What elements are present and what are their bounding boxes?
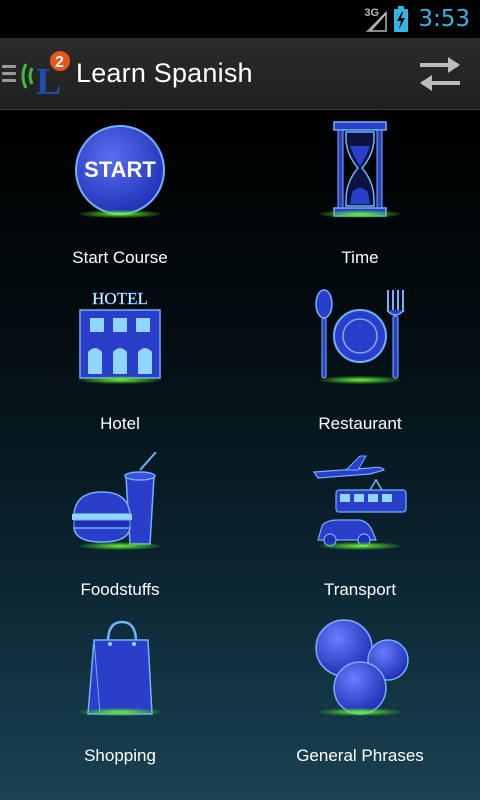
tile-label: Time xyxy=(341,248,379,267)
app-logo-icon[interactable]: L 2 xyxy=(18,46,72,102)
tile-glow xyxy=(318,210,402,218)
hourglass-icon xyxy=(333,121,387,217)
tile-glow xyxy=(78,542,162,550)
bubbles-icon xyxy=(315,619,409,715)
tile-hotel[interactable]: HOTEL Hotel xyxy=(0,276,240,442)
svg-text:HOTEL: HOTEL xyxy=(92,289,148,308)
battery-charging-icon xyxy=(394,6,409,32)
svg-text:START: START xyxy=(84,157,156,182)
swap-language-button[interactable] xyxy=(416,54,464,94)
tile-label: Hotel xyxy=(100,414,140,433)
category-grid-container: START Start Course Time HOTEL Hotel Rest… xyxy=(0,110,480,800)
tile-label: General Phrases xyxy=(296,746,424,765)
tile-label: Transport xyxy=(323,580,397,599)
tile-glow xyxy=(78,210,162,218)
tile-start-course[interactable]: START Start Course xyxy=(0,110,240,276)
svg-text:2: 2 xyxy=(55,54,64,71)
tile-glow xyxy=(78,376,162,384)
start-button-icon: START xyxy=(75,125,165,215)
hotel-icon: HOTEL xyxy=(79,289,161,379)
clock: 3:53 xyxy=(418,6,470,32)
tile-label: Start Course xyxy=(72,248,168,267)
tile-glow xyxy=(318,708,402,716)
action-bar: L 2 Learn Spanish xyxy=(0,38,480,110)
tile-shopping[interactable]: Shopping xyxy=(0,608,240,774)
network-type: 3G xyxy=(364,7,380,19)
tile-label: Restaurant xyxy=(318,414,402,433)
tile-glow xyxy=(78,708,162,716)
plate-cutlery-icon xyxy=(315,289,405,379)
burger-drink-icon xyxy=(72,452,157,545)
tile-transport[interactable]: Transport xyxy=(240,442,480,608)
tile-general-phrases[interactable]: General Phrases xyxy=(240,608,480,774)
page-title: Learn Spanish xyxy=(76,58,253,88)
tile-restaurant[interactable]: Restaurant xyxy=(240,276,480,442)
tile-label: Shopping xyxy=(84,746,156,765)
tile-glow xyxy=(318,542,402,550)
vehicles-icon xyxy=(312,455,407,547)
category-grid: START Start Course Time HOTEL Hotel Rest… xyxy=(0,110,480,774)
tile-foodstuffs[interactable]: Foodstuffs xyxy=(0,442,240,608)
tile-label: Foodstuffs xyxy=(80,580,160,599)
tile-glow xyxy=(318,376,402,384)
network-indicator: 3G xyxy=(364,5,388,33)
shopping-bag-icon xyxy=(87,620,153,715)
tile-time[interactable]: Time xyxy=(240,110,480,276)
status-bar: 3G 3:53 xyxy=(0,0,480,38)
menu-icon[interactable] xyxy=(2,65,16,82)
